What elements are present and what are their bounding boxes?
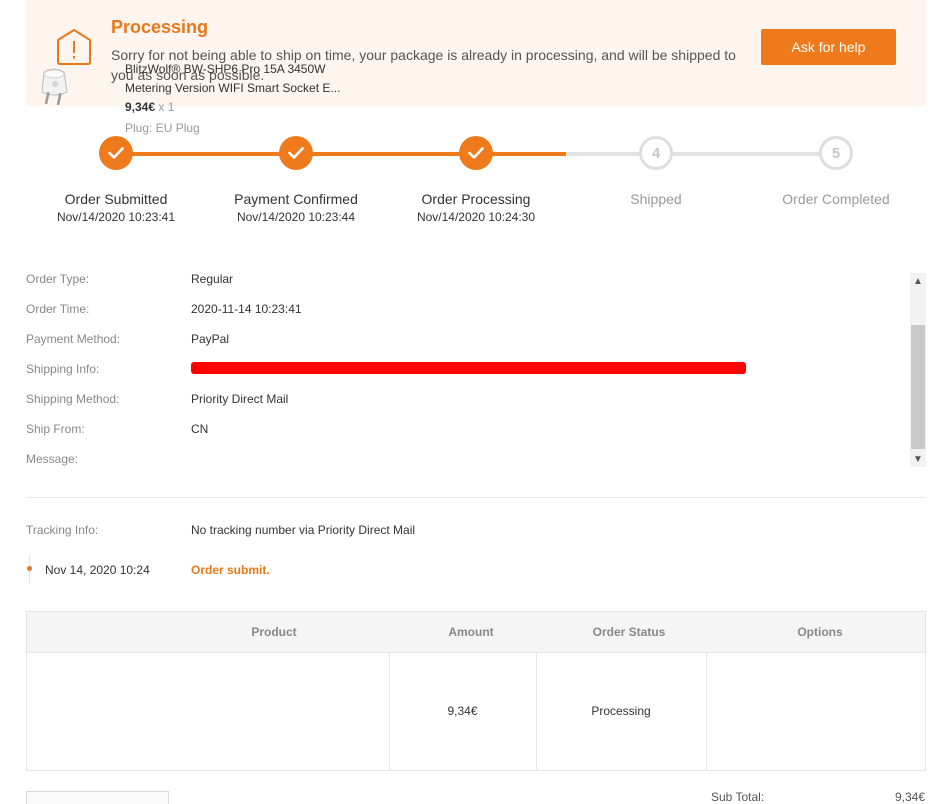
warning-icon	[57, 29, 91, 65]
product-table: Product Amount Order Status Options	[26, 611, 926, 771]
payment-method-value: PayPal	[191, 332, 230, 346]
subtotal-label: Sub Total:	[711, 790, 765, 804]
product-price-line: 9,34€ x 1	[125, 100, 174, 114]
header-amount: Amount	[448, 625, 494, 639]
step-3-time: Nov/14/2020 10:24:30	[416, 210, 536, 224]
column-divider	[706, 653, 707, 771]
section-divider	[26, 497, 926, 498]
order-type-label: Order Type:	[26, 272, 90, 286]
product-quantity: x 1	[158, 100, 175, 114]
ship-from-label: Ship From:	[26, 422, 85, 436]
scrollbar-thumb[interactable]	[911, 325, 925, 449]
scroll-down-arrow-icon[interactable]: ▼	[910, 451, 926, 467]
alert-title: Processing	[111, 17, 209, 37]
scroll-up-arrow-icon[interactable]: ▲	[910, 273, 926, 289]
header-options: Options	[797, 625, 843, 639]
product-option: Plug: EU Plug	[125, 121, 200, 135]
order-time-label: Order Time:	[26, 302, 90, 316]
ship-from-value: CN	[191, 422, 209, 436]
tracking-info-value: No tracking number via Priority Direct M…	[191, 523, 416, 537]
step-4-label: Shipped	[630, 191, 682, 207]
step-5-label: Order Completed	[782, 191, 890, 207]
header-order-status: Order Status	[592, 625, 666, 639]
step-4-number: 4	[639, 136, 673, 170]
step-5-number: 5	[819, 136, 853, 170]
step-1-time: Nov/14/2020 10:23:41	[56, 210, 176, 224]
tracking-info-label: Tracking Info:	[26, 523, 99, 537]
step-3-check-icon	[459, 136, 493, 170]
order-time-value: 2020-11-14 10:23:41	[191, 302, 302, 316]
step-2-check-icon	[279, 136, 313, 170]
step-1-label: Order Submitted	[64, 191, 168, 207]
tracking-event-status: Order submit.	[191, 563, 270, 577]
step-2-label: Payment Confirmed	[234, 191, 358, 207]
product-name-link[interactable]: BlitzWolf® BW-SHP6 Pro 15A 3450W Meterin…	[125, 60, 350, 98]
product-table-header: Product Amount Order Status Options	[27, 612, 925, 653]
tracking-event-dot	[27, 566, 32, 571]
product-order-status: Processing	[591, 704, 651, 718]
subtotal-value: 9,34€	[895, 790, 926, 804]
message-label: Message:	[26, 452, 79, 466]
payment-method-label: Payment Method:	[26, 332, 121, 346]
shipping-method-label: Shipping Method:	[26, 392, 120, 406]
tracking-event-time: Nov 14, 2020 10:24	[45, 563, 150, 577]
product-amount: 9,34€	[447, 704, 478, 718]
step-2-time: Nov/14/2020 10:23:44	[236, 210, 356, 224]
info-scrollbar[interactable]: ▲ ▼	[910, 273, 926, 467]
shipping-method-value: Priority Direct Mail	[191, 392, 289, 406]
order-type-value: Regular	[191, 272, 234, 286]
step-1-check-icon	[99, 136, 133, 170]
redacted-shipping-address	[191, 362, 746, 374]
ask-for-help-button[interactable]: Ask for help	[761, 29, 896, 65]
step-3-label: Order Processing	[421, 191, 531, 207]
product-thumbnail[interactable]	[34, 64, 74, 108]
bottom-action-button[interactable]	[26, 791, 169, 804]
shipping-info-label: Shipping Info:	[26, 362, 100, 376]
progress-line-complete	[116, 152, 566, 156]
product-price: 9,34€	[125, 100, 156, 114]
progress-line-pending	[566, 152, 836, 156]
